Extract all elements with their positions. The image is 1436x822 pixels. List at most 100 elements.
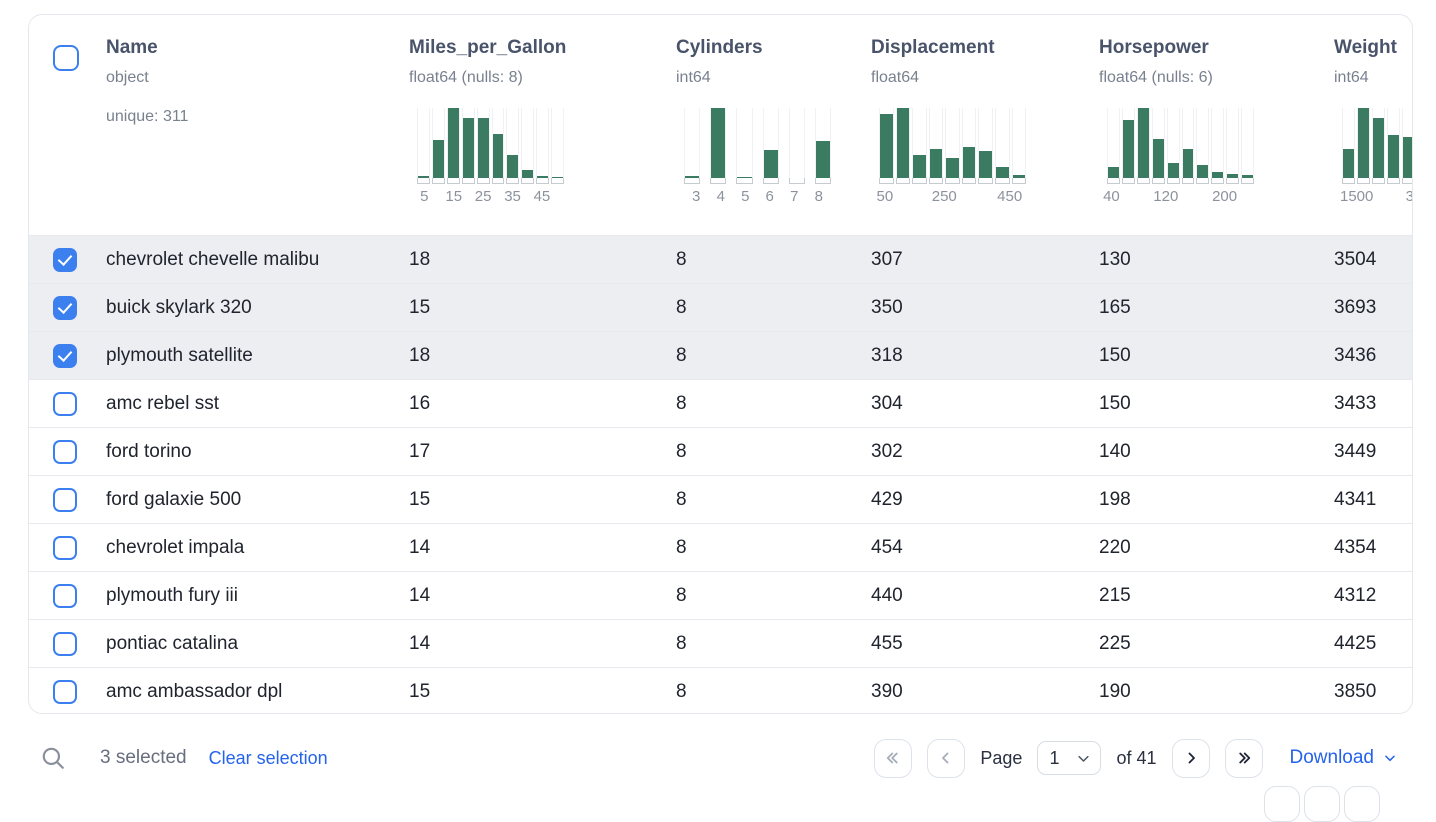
cell-value: 3693 bbox=[1334, 297, 1413, 319]
hist-tick-label: 3 bbox=[692, 187, 700, 207]
download-button[interactable]: Download bbox=[1290, 747, 1398, 769]
table-row: ford torino1783021403449 bbox=[29, 427, 1412, 475]
cell-value: 8 bbox=[676, 537, 871, 559]
row-checkbox[interactable] bbox=[53, 392, 77, 416]
hist-tick-label: 50 bbox=[877, 187, 894, 207]
hist-tick-label: 5 bbox=[420, 187, 428, 207]
cell-value: 8 bbox=[676, 441, 871, 463]
row-checkbox[interactable] bbox=[53, 536, 77, 560]
hist-tick-label: 450 bbox=[997, 187, 1022, 207]
row-checkbox[interactable] bbox=[53, 440, 77, 464]
last-page-button[interactable] bbox=[1225, 739, 1263, 778]
row-checkbox-cell bbox=[29, 680, 106, 704]
cell-value: 350 bbox=[871, 297, 1099, 319]
select-all-checkbox[interactable] bbox=[53, 45, 79, 71]
cell-name: amc ambassador dpl bbox=[106, 681, 409, 703]
column-header-horsepower: Horsepowerfloat64 (nulls: 6)40120200 bbox=[1099, 15, 1334, 235]
table-row: chevrolet impala1484542204354 bbox=[29, 523, 1412, 571]
first-page-button[interactable] bbox=[874, 739, 912, 778]
double-chevron-right-icon bbox=[1235, 749, 1253, 767]
pagination-controls: Page 1 of 41 Downloa bbox=[874, 739, 1397, 778]
table-row: chevrolet chevelle malibu1883071303504 bbox=[29, 235, 1412, 283]
column-header-miles_per_gallon: Miles_per_Gallonfloat64 (nulls: 8)515253… bbox=[409, 15, 676, 235]
column-dtype: float64 (nulls: 6) bbox=[1099, 67, 1334, 88]
row-checkbox[interactable] bbox=[53, 248, 77, 272]
cell-value: 8 bbox=[676, 297, 871, 319]
cell-name: amc rebel sst bbox=[106, 393, 409, 415]
hist-tick-label: 200 bbox=[1212, 187, 1237, 207]
cell-value: 16 bbox=[409, 393, 676, 415]
cell-value: 4341 bbox=[1334, 489, 1413, 511]
column-header-weight: Weightint64150035 bbox=[1334, 15, 1413, 235]
data-table-card: Nameobjectunique: 311Miles_per_Gallonflo… bbox=[28, 14, 1413, 714]
cell-value: 3850 bbox=[1334, 681, 1413, 703]
hidden-action-button-2[interactable] bbox=[1304, 786, 1340, 822]
hidden-action-button-3[interactable] bbox=[1344, 786, 1380, 822]
hist-tick-label: 120 bbox=[1153, 187, 1178, 207]
column-dtype: int64 bbox=[1334, 67, 1413, 88]
column-histogram: 50 250 450 bbox=[879, 108, 1026, 209]
double-chevron-left-icon bbox=[884, 749, 902, 767]
chevron-down-icon bbox=[1076, 751, 1091, 766]
hidden-action-button-1[interactable] bbox=[1264, 786, 1300, 822]
cell-value: 3436 bbox=[1334, 345, 1413, 367]
row-checkbox-cell bbox=[29, 536, 106, 560]
table-row: plymouth satellite1883181503436 bbox=[29, 331, 1412, 379]
column-unique-count: unique: 311 bbox=[106, 106, 409, 127]
row-checkbox-cell bbox=[29, 632, 106, 656]
hist-tick-label: 1500 bbox=[1340, 187, 1373, 207]
column-dtype: object bbox=[106, 67, 409, 88]
row-checkbox[interactable] bbox=[53, 632, 77, 656]
table-row: buick skylark 3201583501653693 bbox=[29, 283, 1412, 331]
table-row: pontiac catalina1484552254425 bbox=[29, 619, 1412, 667]
cell-name: plymouth satellite bbox=[106, 345, 409, 367]
column-dtype: float64 (nulls: 8) bbox=[409, 67, 676, 88]
cell-value: 17 bbox=[409, 441, 676, 463]
cell-value: 454 bbox=[871, 537, 1099, 559]
hist-tick-label: 5 bbox=[741, 187, 749, 207]
chevron-left-icon bbox=[937, 749, 955, 767]
hist-tick-label: 4 bbox=[717, 187, 725, 207]
row-checkbox-cell bbox=[29, 488, 106, 512]
footer-toolbar: 3 selected Clear selection Page 1 bbox=[40, 736, 1397, 780]
table-body: chevrolet chevelle malibu1883071303504bu… bbox=[29, 235, 1412, 714]
row-checkbox[interactable] bbox=[53, 344, 77, 368]
cell-value: 307 bbox=[871, 249, 1099, 271]
row-checkbox-cell bbox=[29, 440, 106, 464]
header-row: Nameobjectunique: 311Miles_per_Gallonflo… bbox=[29, 15, 1412, 235]
cell-value: 8 bbox=[676, 249, 871, 271]
search-icon[interactable] bbox=[40, 745, 66, 771]
prev-page-button[interactable] bbox=[927, 739, 965, 778]
cell-value: 8 bbox=[676, 633, 871, 655]
column-histogram: 1500 35 bbox=[1342, 108, 1413, 209]
cell-value: 4354 bbox=[1334, 537, 1413, 559]
page-total: of 41 bbox=[1116, 748, 1156, 769]
row-checkbox[interactable] bbox=[53, 488, 77, 512]
column-dtype: int64 bbox=[676, 67, 871, 88]
next-page-button[interactable] bbox=[1172, 739, 1210, 778]
column-title: Name bbox=[106, 36, 409, 60]
row-checkbox[interactable] bbox=[53, 296, 77, 320]
cell-value: 140 bbox=[1099, 441, 1334, 463]
cell-value: 198 bbox=[1099, 489, 1334, 511]
cell-value: 15 bbox=[409, 489, 676, 511]
column-header-displacement: Displacementfloat6450250450 bbox=[871, 15, 1099, 235]
cell-value: 130 bbox=[1099, 249, 1334, 271]
cell-value: 220 bbox=[1099, 537, 1334, 559]
cell-name: chevrolet chevelle malibu bbox=[106, 249, 409, 271]
hist-tick-label: 45 bbox=[534, 187, 551, 207]
table-row: plymouth fury iii1484402154312 bbox=[29, 571, 1412, 619]
page-select[interactable]: 1 bbox=[1037, 741, 1101, 775]
cell-value: 150 bbox=[1099, 393, 1334, 415]
row-checkbox[interactable] bbox=[53, 584, 77, 608]
cell-name: ford galaxie 500 bbox=[106, 489, 409, 511]
row-checkbox[interactable] bbox=[53, 680, 77, 704]
column-histogram: 345678 bbox=[684, 108, 831, 209]
cell-name: buick skylark 320 bbox=[106, 297, 409, 319]
hist-tick-label: 35 bbox=[1406, 187, 1413, 207]
column-dtype: float64 bbox=[871, 67, 1099, 88]
clear-selection-link[interactable]: Clear selection bbox=[209, 748, 328, 769]
hist-tick-label: 250 bbox=[932, 187, 957, 207]
cell-value: 429 bbox=[871, 489, 1099, 511]
cell-value: 440 bbox=[871, 585, 1099, 607]
